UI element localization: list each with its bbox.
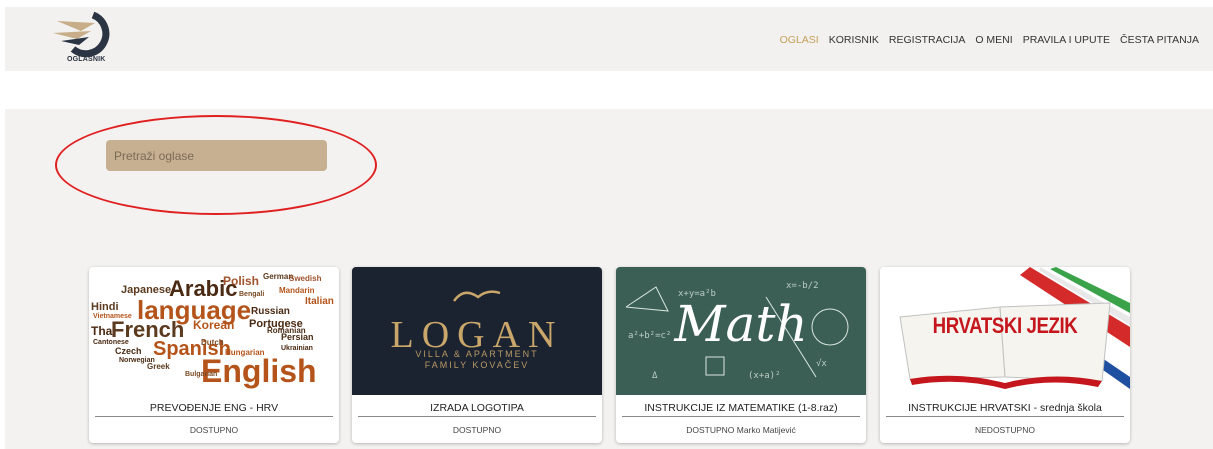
card-title[interactable]: PREVOĐENJE ENG - HRV — [95, 402, 333, 417]
cloud-word: Polish — [223, 274, 260, 288]
cloud-word: Hindi — [91, 301, 119, 313]
ad-card-matematika[interactable]: x+y=a²b x=-b/2 a²+b²=c² √x (x+a)² Δ Math… — [616, 267, 866, 443]
logan-subtitle-line: FAMILY KOVAČEV — [424, 360, 530, 370]
cloud-word: Bengali — [239, 291, 265, 298]
ad-card-hrvatski[interactable]: HRVATSKI JEZIK INSTRUKCIJE HRVATSKI - sr… — [880, 267, 1130, 443]
cloud-word: Greek — [147, 362, 170, 371]
nav-item-o-meni[interactable]: O MENI — [975, 34, 1012, 46]
cloud-word: Dutch — [201, 338, 224, 347]
logo-icon — [53, 11, 110, 58]
card-status: DOSTUPNO — [189, 425, 239, 435]
nav-item-pravila-i-upute[interactable]: PRAVILA I UPUTE — [1023, 34, 1110, 46]
cloud-word: Vietnamese — [93, 313, 132, 320]
card-title[interactable]: INSTRUKCIJE HRVATSKI - srednja škola — [886, 402, 1124, 417]
header-spacer — [5, 71, 1213, 109]
main-nav: OGLASI KORISNIK REGISTRACIJA O MENI PRAV… — [770, 34, 1199, 46]
card-status: DOSTUPNO — [452, 425, 502, 435]
nav-item-oglasi[interactable]: OGLASI — [780, 34, 819, 46]
logan-logo-image: LOGAN VILLA & APARTMENT FAMILY KOVAČEV — [352, 267, 602, 395]
top-navbar: OGLASNIK OGLASI KORISNIK REGISTRACIJA O … — [5, 7, 1213, 71]
cloud-word: Czech — [115, 346, 142, 356]
ad-card-logotip[interactable]: LOGAN VILLA & APARTMENT FAMILY KOVAČEV I… — [352, 267, 602, 443]
card-title[interactable]: INSTRUKCIJE IZ MATEMATIKE (1-8.raz) — [622, 402, 860, 417]
cloud-word: Ukrainian — [281, 345, 313, 352]
card-title[interactable]: IZRADA LOGOTIPA — [358, 402, 596, 417]
math-chalkboard-image: x+y=a²b x=-b/2 a²+b²=c² √x (x+a)² Δ Math — [616, 267, 866, 395]
cloud-word: Russian — [251, 306, 290, 317]
cloud-word: Italian — [305, 296, 334, 307]
cloud-word: Korean — [193, 318, 235, 332]
cloud-word: Norwegian — [119, 357, 155, 364]
bird-mark-icon — [452, 290, 501, 302]
nav-item-korisnik[interactable]: KORISNIK — [829, 34, 879, 46]
cloud-word: Cantonese — [93, 339, 129, 346]
open-book-image: HRVATSKI JEZIK — [880, 267, 1130, 395]
hrvatski-jezik-word: HRVATSKI JEZIK — [932, 313, 1078, 338]
nav-item-registracija[interactable]: REGISTRACIJA — [889, 34, 965, 46]
cloud-word: Mandarin — [279, 286, 315, 295]
nav-item-cesta-pitanja[interactable]: ČESTA PITANJA — [1120, 34, 1199, 46]
cloud-word: Bulgarian — [185, 371, 218, 378]
logan-subtitle: VILLA & APARTMENT FAMILY KOVAČEV — [352, 349, 602, 371]
cloud-word: Romanian — [267, 326, 306, 335]
language-wordcloud-image: Japanese Arabic Polish German Hindi lang… — [89, 267, 339, 395]
math-word: Math — [674, 295, 808, 353]
card-status: DOSTUPNO Marko Matijević — [686, 425, 796, 435]
cloud-word: Swedish — [289, 274, 322, 283]
search-input[interactable] — [106, 140, 327, 171]
cloud-word: English — [201, 353, 317, 389]
logan-subtitle-line: VILLA & APARTMENT — [415, 349, 539, 359]
card-status: NEDOSTUPNO — [975, 425, 1035, 435]
ad-card-prevodenje[interactable]: Japanese Arabic Polish German Hindi lang… — [89, 267, 339, 443]
page-background: OGLASNIK OGLASI KORISNIK REGISTRACIJA O … — [5, 7, 1213, 449]
brand-name: OGLASNIK — [67, 56, 106, 63]
